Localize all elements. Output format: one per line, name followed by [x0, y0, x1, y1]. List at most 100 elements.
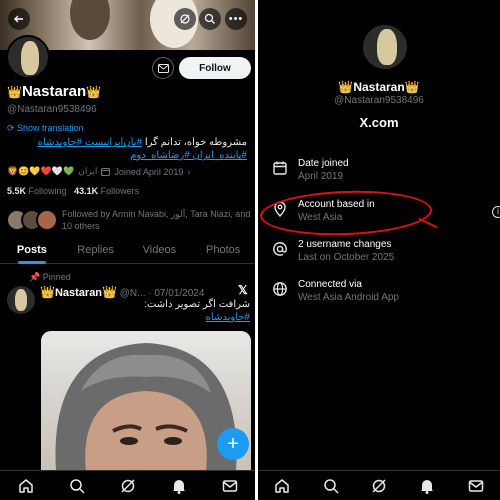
pinned-text: Pinned [42, 272, 71, 282]
follower-avatar [36, 209, 58, 231]
at-icon [273, 242, 287, 256]
crown-icon: 👑 [7, 85, 22, 99]
profile-handle: @Nastaran9538496 [7, 104, 97, 115]
bio-hashtags[interactable]: #پاینده_ایران #رضاشاه_دوم [130, 150, 247, 161]
bio-hashtags[interactable]: #یان‌ایرانیست #جاویدشاه [38, 137, 142, 148]
nav-home[interactable] [11, 471, 41, 500]
nav-notifications[interactable] [164, 471, 194, 500]
profile-bio: مشروطه خواه، تدانم گرا #یان‌ایرانیست #جا… [7, 136, 247, 162]
more-icon: ••• [228, 13, 244, 25]
post-hashtag[interactable]: #جاویدشاه [40, 311, 250, 324]
info-value: West Asia Android App [298, 292, 399, 303]
followers-link[interactable]: 43.1K Followers [74, 186, 139, 196]
search-button[interactable] [199, 8, 221, 30]
account-handle: @Nastaran9538496 [334, 95, 424, 106]
post-avatar[interactable] [7, 286, 35, 314]
follow-button[interactable]: Follow [179, 57, 251, 79]
notifications-icon [421, 479, 434, 494]
bottom-nav [258, 470, 500, 500]
crown-icon: 👑 [404, 80, 420, 94]
more-button[interactable]: ••• [225, 8, 247, 30]
mail-icon [157, 63, 169, 73]
nav-grok[interactable] [113, 471, 143, 500]
nav-messages[interactable] [461, 471, 491, 500]
info-icon[interactable]: i [492, 206, 500, 218]
crown-icon: 👑 [338, 80, 354, 94]
back-button[interactable] [8, 8, 30, 30]
red-annotation-circle [259, 188, 433, 238]
search-icon [204, 13, 215, 24]
calendar-icon [101, 168, 111, 176]
info-value: Last on October 2025 [298, 252, 395, 263]
bottom-nav [0, 470, 255, 500]
profile-meta: 🦁😊💛❤️🤍💚 ایران Joined April 2019 › [7, 166, 190, 177]
followed-by-text[interactable]: Followed by Armin Navabi, آلور, Tara Nia… [62, 208, 252, 232]
red-annotation-stroke [418, 217, 438, 229]
x-brand: X.com [359, 115, 399, 130]
show-translation-text: Show translation [17, 123, 84, 133]
tab-replies[interactable]: Replies [64, 240, 128, 263]
chevron-right-icon[interactable]: › [187, 167, 190, 177]
crown-icon: 👑 [40, 285, 55, 299]
info-title: 2 username changes [298, 239, 392, 250]
grok-button[interactable] [174, 8, 196, 30]
pinned-label: 📌 Pinned [29, 272, 71, 283]
avatar[interactable] [6, 35, 50, 79]
messages-icon [222, 479, 237, 492]
about-account-panel: 👑Nastaran👑 @Nastaran9538496 X.com Date j… [258, 0, 500, 500]
bio-text: مشروطه خواه، تدانم گرا [144, 137, 247, 148]
translate-icon: ⟳ [7, 123, 18, 133]
avatar-hair [377, 29, 397, 65]
crown-icon: 👑 [86, 85, 102, 99]
post-header: 👑Nastaran👑 @N... · 07/01/2024 [40, 285, 204, 299]
message-button[interactable] [152, 57, 174, 79]
nav-messages[interactable] [215, 471, 245, 500]
search-icon [323, 478, 339, 494]
notifications-icon [172, 479, 185, 494]
banner-face [70, 0, 110, 40]
nav-notifications[interactable] [412, 471, 442, 500]
profile-name: 👑Nastaran👑 [7, 83, 101, 100]
follow-counts: 5.5K Following 43.1K Followers [7, 186, 139, 196]
location-text: ایران [78, 166, 98, 176]
calendar-icon [273, 161, 287, 175]
search-icon [69, 478, 85, 494]
nav-search[interactable] [62, 471, 92, 500]
home-icon [275, 478, 289, 493]
home-icon [18, 478, 33, 493]
compose-button[interactable]: + [217, 428, 249, 460]
bio-line-1: مشروطه خواه، تدانم گرا #یان‌ایرانیست #جا… [7, 136, 247, 149]
nav-search[interactable] [316, 471, 346, 500]
tab-posts[interactable]: Posts [0, 240, 64, 264]
pin-icon: 📌 [29, 272, 41, 282]
show-translation-link[interactable]: ⟳ Show translation [7, 123, 84, 134]
post-text-line: شرافت اگر تصویر داشت: [144, 299, 250, 310]
emoji-row: 🦁😊💛❤️🤍💚 [7, 166, 75, 176]
tab-photos[interactable]: Photos [191, 240, 255, 263]
nav-grok[interactable] [364, 471, 394, 500]
info-value: April 2019 [298, 171, 344, 182]
tab-videos[interactable]: Videos [128, 240, 192, 263]
info-title: Connected via [298, 279, 362, 290]
avatar-hair [15, 289, 27, 311]
following-link[interactable]: 5.5K Following [7, 186, 67, 196]
grok-icon [180, 14, 190, 24]
grok-icon [372, 478, 386, 493]
post-text: شرافت اگر تصویر داشت: #جاویدشاه [40, 298, 250, 324]
back-arrow-icon [14, 15, 23, 23]
profile-panel: ••• Follow 👑Nastaran👑 @Nastaran9538496 ⟳… [0, 0, 255, 500]
avatar[interactable] [361, 23, 409, 71]
profile-name-text: Nastaran [21, 83, 87, 100]
account-name-text: Nastaran [353, 80, 405, 94]
plus-icon: + [227, 432, 239, 455]
avatar-hair [21, 41, 39, 75]
crown-icon: 👑 [102, 285, 117, 299]
x-logo-icon: 𝕏 [238, 283, 248, 297]
nav-home[interactable] [267, 471, 297, 500]
account-name: 👑Nastaran👑 [258, 80, 500, 94]
joined-date: Joined April 2019 [114, 166, 184, 177]
messages-icon [468, 479, 483, 492]
bio-line-2: #پاینده_ایران #رضاشاه_دوم [7, 149, 247, 162]
profile-tabs: Posts Replies Videos Photos [0, 240, 255, 264]
grok-icon [120, 478, 135, 493]
